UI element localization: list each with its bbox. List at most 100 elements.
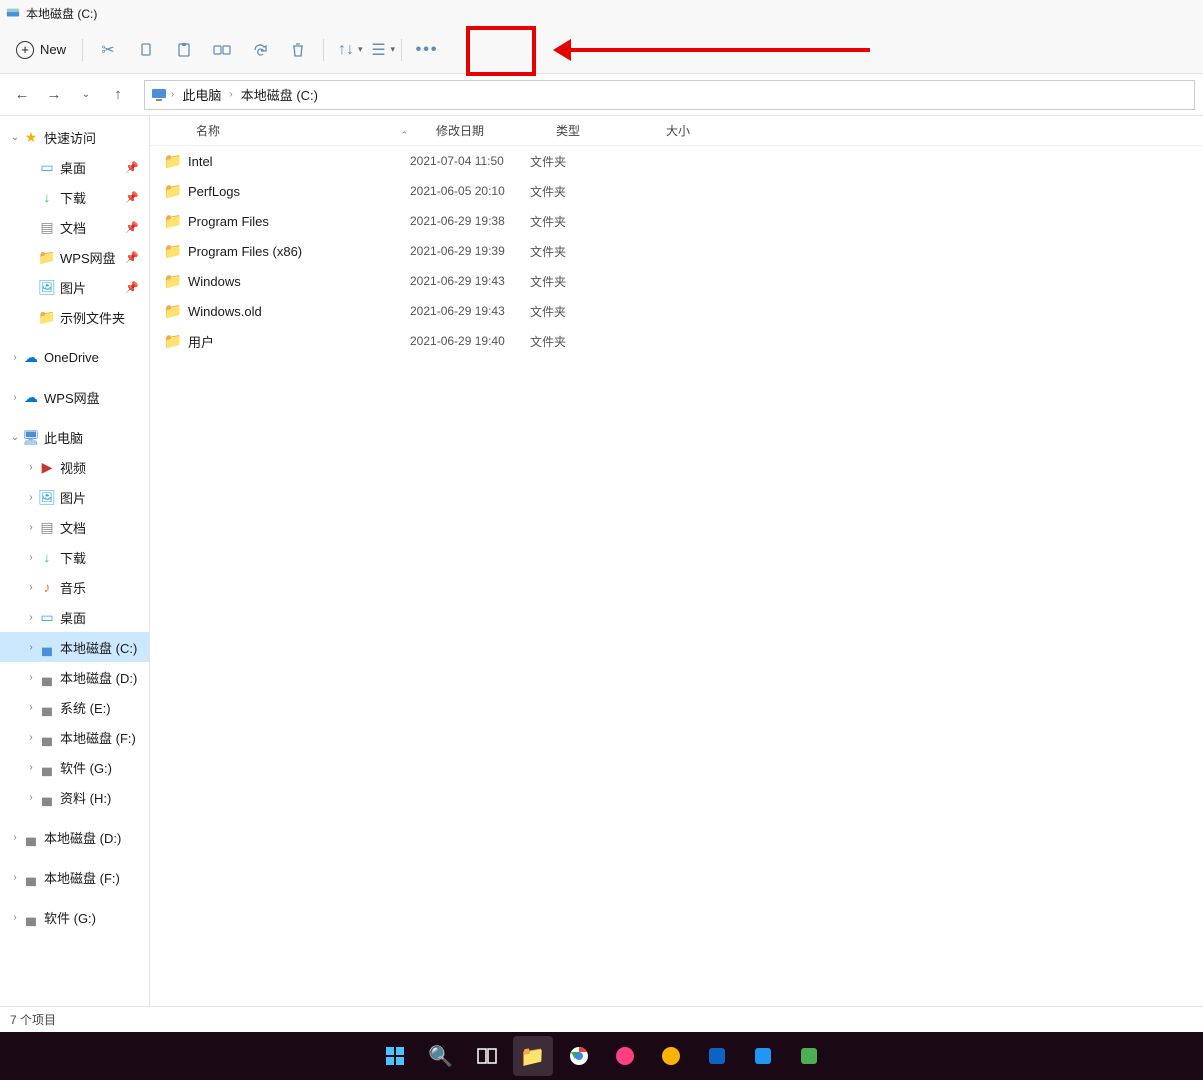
breadcrumb-pc[interactable]: 此电脑 xyxy=(178,83,225,106)
folder-icon: 📁 xyxy=(38,309,56,326)
file-type: 文件夹 xyxy=(530,303,640,320)
breadcrumb-drive[interactable]: 本地磁盘 (C:) xyxy=(237,83,322,106)
file-type: 文件夹 xyxy=(530,243,640,260)
share-button[interactable] xyxy=(241,33,279,67)
sidebar-drive-g2[interactable]: ›▄软件 (G:) xyxy=(0,902,149,932)
paste-button[interactable] xyxy=(165,33,203,67)
sidebar-drive-e[interactable]: ›▄系统 (E:) xyxy=(0,692,149,722)
more-button[interactable]: ••• xyxy=(408,33,446,67)
list-icon: ☰ xyxy=(371,40,385,60)
sidebar-drive-g[interactable]: ›▄软件 (G:) xyxy=(0,752,149,782)
table-row[interactable]: 📁Intel2021-07-04 11:50文件夹 xyxy=(150,146,1203,176)
app-button[interactable] xyxy=(605,1036,645,1076)
table-row[interactable]: 📁Windows.old2021-06-29 19:43文件夹 xyxy=(150,296,1203,326)
sidebar-onedrive[interactable]: ›☁OneDrive xyxy=(0,342,149,372)
rename-button[interactable] xyxy=(203,33,241,67)
file-name: Windows.old xyxy=(188,304,410,319)
col-size[interactable]: 大小 xyxy=(658,122,738,139)
sort-indicator-icon: ⌃ xyxy=(400,130,408,141)
chevron-down-icon[interactable]: ▾ xyxy=(391,44,396,55)
sidebar-desktop2[interactable]: ›▭桌面 xyxy=(0,602,149,632)
table-row[interactable]: 📁Program Files (x86)2021-06-29 19:39文件夹 xyxy=(150,236,1203,266)
recent-button[interactable]: ⌄ xyxy=(72,81,100,109)
app-button[interactable] xyxy=(743,1036,783,1076)
folder-icon: 📁 xyxy=(164,212,182,230)
file-type: 文件夹 xyxy=(530,183,640,200)
sidebar-wpsdisk[interactable]: 📁WPS网盘📌 xyxy=(0,242,149,272)
sidebar-quick-access[interactable]: ⌄★快速访问 xyxy=(0,122,149,152)
sort-icon: ↑↓ xyxy=(338,41,354,59)
col-type[interactable]: 类型 xyxy=(548,122,658,139)
chevron-right-icon[interactable]: › xyxy=(171,89,174,100)
toolbar: + New ✂ ↑↓ ▾ ☰ ▾ ••• xyxy=(0,26,1203,74)
sidebar-examples[interactable]: 📁示例文件夹 xyxy=(0,302,149,332)
sidebar-desktop[interactable]: ▭桌面📌 xyxy=(0,152,149,182)
app-button[interactable] xyxy=(789,1036,829,1076)
file-date: 2021-06-29 19:40 xyxy=(410,334,530,348)
drive-icon: ▄ xyxy=(38,789,56,805)
app-button[interactable] xyxy=(697,1036,737,1076)
table-row[interactable]: 📁Program Files2021-06-29 19:38文件夹 xyxy=(150,206,1203,236)
drive-icon: ▄ xyxy=(38,729,56,745)
file-date: 2021-07-04 11:50 xyxy=(410,154,530,168)
up-button[interactable]: ↑ xyxy=(104,81,132,109)
file-date: 2021-06-29 19:39 xyxy=(410,244,530,258)
table-row[interactable]: 📁Windows2021-06-29 19:43文件夹 xyxy=(150,266,1203,296)
new-button[interactable]: + New xyxy=(6,35,76,65)
drive-icon xyxy=(6,6,20,20)
sidebar-pictures[interactable]: 🖼图片📌 xyxy=(0,272,149,302)
sidebar-wpsdisk2[interactable]: ›☁WPS网盘 xyxy=(0,382,149,412)
desktop-icon: ▭ xyxy=(38,159,56,176)
pin-icon: 📌 xyxy=(125,281,145,294)
music-icon: ♪ xyxy=(38,579,56,595)
sidebar-drive-h[interactable]: ›▄资料 (H:) xyxy=(0,782,149,812)
back-button[interactable]: ← xyxy=(8,81,36,109)
file-date: 2021-06-29 19:38 xyxy=(410,214,530,228)
col-name[interactable]: 名称⌃ xyxy=(188,122,428,139)
sidebar-this-pc[interactable]: ⌄🖥此电脑 xyxy=(0,422,149,452)
taskview-button[interactable] xyxy=(467,1036,507,1076)
file-type: 文件夹 xyxy=(530,333,640,350)
file-name: Windows xyxy=(188,274,410,289)
address-bar[interactable]: › 此电脑 › 本地磁盘 (C:) xyxy=(144,80,1195,110)
desktop-icon: ▭ xyxy=(38,609,56,626)
search-button[interactable]: 🔍 xyxy=(421,1036,461,1076)
table-row[interactable]: 📁用户2021-06-29 19:40文件夹 xyxy=(150,326,1203,356)
drive-icon: ▄ xyxy=(38,669,56,685)
table-row[interactable]: 📁PerfLogs2021-06-05 20:10文件夹 xyxy=(150,176,1203,206)
file-name: Program Files (x86) xyxy=(188,244,410,259)
sidebar-drive-d2[interactable]: ›▄本地磁盘 (D:) xyxy=(0,822,149,852)
cloud-icon: ☁ xyxy=(22,349,40,366)
forward-button[interactable]: → xyxy=(40,81,68,109)
more-icon: ••• xyxy=(416,41,439,59)
sidebar-music[interactable]: ›♪音乐 xyxy=(0,572,149,602)
trash-icon xyxy=(290,42,306,58)
sidebar-downloads[interactable]: ↓下载📌 xyxy=(0,182,149,212)
col-date[interactable]: 修改日期 xyxy=(428,122,548,139)
file-type: 文件夹 xyxy=(530,273,640,290)
start-button[interactable] xyxy=(375,1036,415,1076)
item-count: 7 个项目 xyxy=(10,1011,56,1028)
file-date: 2021-06-29 19:43 xyxy=(410,304,530,318)
copy-icon xyxy=(138,42,154,58)
delete-button[interactable] xyxy=(279,33,317,67)
chevron-right-icon[interactable]: › xyxy=(229,89,232,100)
copy-button[interactable] xyxy=(127,33,165,67)
main: ⌄★快速访问 ▭桌面📌 ↓下载📌 ▤文档📌 📁WPS网盘📌 🖼图片📌 📁示例文件… xyxy=(0,116,1203,1006)
cut-button[interactable]: ✂ xyxy=(89,33,127,67)
sidebar-documents2[interactable]: ›▤文档 xyxy=(0,512,149,542)
folder-icon: 📁 xyxy=(164,332,182,350)
chrome-button[interactable] xyxy=(559,1036,599,1076)
explorer-button[interactable]: 📁 xyxy=(513,1036,553,1076)
sidebar-drive-d[interactable]: ›▄本地磁盘 (D:) xyxy=(0,662,149,692)
titlebar: 本地磁盘 (C:) xyxy=(0,0,1203,26)
sidebar-pictures2[interactable]: ›🖼图片 xyxy=(0,482,149,512)
sidebar-drive-f[interactable]: ›▄本地磁盘 (F:) xyxy=(0,722,149,752)
sidebar-videos[interactable]: ›▶视频 xyxy=(0,452,149,482)
chevron-down-icon[interactable]: ▾ xyxy=(358,44,363,55)
sidebar-documents[interactable]: ▤文档📌 xyxy=(0,212,149,242)
sidebar-drive-c[interactable]: ›▄本地磁盘 (C:) xyxy=(0,632,149,662)
sidebar-downloads2[interactable]: ›↓下载 xyxy=(0,542,149,572)
sidebar-drive-f2[interactable]: ›▄本地磁盘 (F:) xyxy=(0,862,149,892)
app-button[interactable] xyxy=(651,1036,691,1076)
